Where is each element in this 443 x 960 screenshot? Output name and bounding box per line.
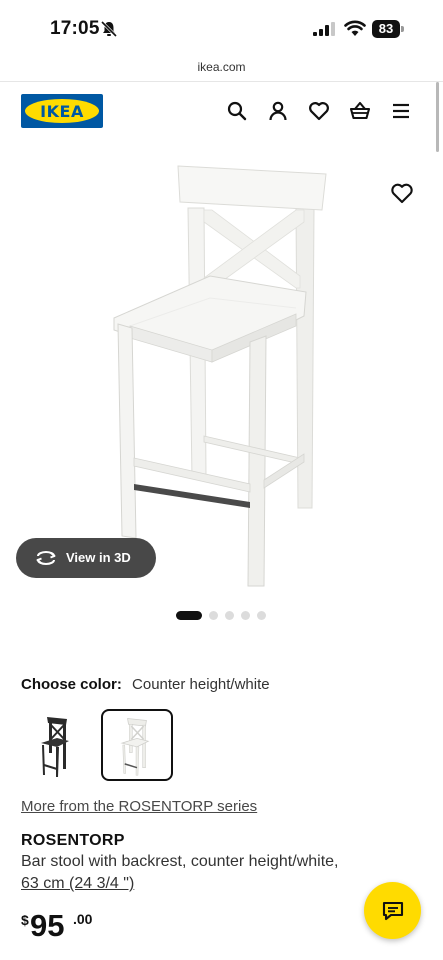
- selected-color-value: Counter height/white: [132, 676, 270, 693]
- series-link[interactable]: More from the ROSENTORP series: [21, 798, 257, 815]
- signal-icon: [313, 22, 335, 36]
- battery-level: 83: [372, 20, 400, 38]
- white-stool-thumbnail: [120, 718, 150, 776]
- carousel-dot-5[interactable]: [257, 611, 266, 620]
- chat-button[interactable]: [364, 882, 421, 939]
- menu-icon[interactable]: [390, 100, 412, 122]
- carousel-dot-4[interactable]: [241, 611, 250, 620]
- battery-cap: [401, 26, 404, 32]
- carousel-dot-1[interactable]: [176, 611, 202, 620]
- price-whole: 95: [30, 908, 65, 943]
- carousel-dot-2[interactable]: [209, 611, 218, 620]
- battery-icon: 83: [372, 20, 404, 38]
- product-image[interactable]: [100, 158, 340, 588]
- favorite-icon[interactable]: [390, 182, 414, 204]
- product-page: 17:05 83 ikea.com IKEA View in 3D Choose…: [0, 0, 443, 960]
- product-size-link[interactable]: 63 cm (24 3/4 "): [21, 875, 134, 893]
- product-description: Bar stool with backrest, counter height/…: [21, 853, 339, 870]
- favorites-icon[interactable]: [308, 100, 330, 122]
- logo-text: IKEA: [40, 102, 84, 121]
- ikea-logo[interactable]: IKEA: [21, 94, 103, 128]
- carousel-dot-3[interactable]: [225, 611, 234, 620]
- price-decimal: .00: [73, 911, 93, 927]
- status-time: 17:05: [50, 18, 100, 39]
- account-icon[interactable]: [267, 100, 289, 122]
- product-name: ROSENTORP: [21, 832, 125, 849]
- bell-off-icon: [100, 20, 118, 38]
- status-bar: 17:05 83: [0, 0, 443, 56]
- chat-icon: [382, 901, 404, 921]
- view-in-3d-button[interactable]: View in 3D: [16, 538, 156, 578]
- cart-icon[interactable]: [349, 100, 371, 122]
- black-stool-thumbnail: [41, 717, 69, 777]
- url-bar[interactable]: ikea.com: [0, 56, 443, 82]
- search-icon[interactable]: [226, 100, 248, 122]
- site-header: IKEA: [0, 82, 443, 142]
- rotate-3d-icon: [36, 551, 56, 565]
- swatch-black-brown[interactable]: [21, 709, 93, 781]
- price-currency: $: [21, 912, 29, 928]
- choose-color-label: Choose color:: [21, 676, 122, 693]
- scrollbar[interactable]: [436, 82, 439, 152]
- choose-color-row: Choose color: Counter height/white: [21, 676, 270, 693]
- wifi-icon: [344, 20, 366, 36]
- swatch-white[interactable]: [101, 709, 173, 781]
- view-in-3d-label: View in 3D: [66, 550, 131, 565]
